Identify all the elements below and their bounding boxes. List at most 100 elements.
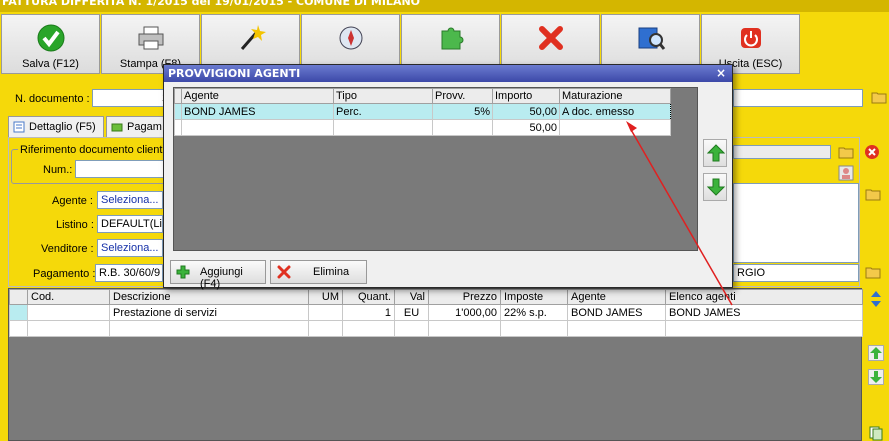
dialog-indicator-header bbox=[174, 88, 182, 104]
col-type[interactable]: Tipo bbox=[333, 88, 433, 104]
arrow-up-icon bbox=[707, 144, 725, 162]
tab-detail-label: Dettaglio (F5) bbox=[29, 121, 96, 133]
num-label: Num.: bbox=[43, 164, 73, 176]
move-up-icon[interactable] bbox=[868, 345, 884, 361]
cell-commission[interactable]: 5% bbox=[432, 103, 493, 120]
window-titlebar: FATTURA DIFFERITA N. 1/2015 del 19/01/20… bbox=[0, 0, 889, 12]
add-button[interactable]: Aggiungi (F4) bbox=[170, 260, 266, 290]
dialog-titlebar: PROVVIGIONI AGENTI × bbox=[164, 65, 732, 82]
cell-agent[interactable]: BOND JAMES bbox=[181, 103, 334, 120]
col-commission[interactable]: Provv. bbox=[432, 88, 493, 104]
delete-x-icon bbox=[277, 265, 291, 279]
window-title: FATTURA DIFFERITA N. 1/2015 del 19/01/20… bbox=[2, 0, 421, 8]
reference-label: Riferimento documento cliente bbox=[18, 144, 171, 156]
cell-maturation[interactable]: A doc. emesso bbox=[559, 103, 671, 120]
doc-number-input[interactable]: 1 bbox=[92, 89, 172, 107]
list-select[interactable]: DEFAULT(Lis bbox=[97, 215, 163, 233]
document-lines-grid[interactable]: Cod. Descrizione UM Quant. Val Prezzo Im… bbox=[8, 288, 863, 441]
tab-detail[interactable]: Dettaglio (F5) bbox=[8, 116, 104, 138]
person-icon[interactable] bbox=[838, 165, 854, 181]
col-amount[interactable]: Importo bbox=[492, 88, 560, 104]
sort-arrows-icon[interactable] bbox=[868, 290, 884, 308]
power-icon bbox=[741, 28, 761, 48]
header-right-input[interactable] bbox=[733, 89, 863, 107]
cell-amount[interactable]: 50,00 bbox=[492, 103, 560, 120]
col-agent[interactable]: Agente bbox=[567, 289, 666, 305]
col-taxes[interactable]: Imposte bbox=[500, 289, 568, 305]
cell-currency[interactable]: EU bbox=[394, 304, 429, 321]
payment-label: Pagamento : bbox=[33, 268, 96, 280]
cell-amount-total[interactable]: 50,00 bbox=[492, 119, 560, 136]
cell-agent[interactable]: BOND JAMES bbox=[567, 304, 666, 321]
notes-area[interactable] bbox=[733, 183, 859, 263]
search-book-icon bbox=[638, 27, 666, 50]
move-up-button[interactable] bbox=[703, 139, 727, 167]
tab-payment[interactable]: Pagam bbox=[106, 116, 166, 138]
plus-icon bbox=[176, 265, 190, 279]
document-icon bbox=[13, 121, 25, 133]
seller-select[interactable]: Seleziona... bbox=[97, 239, 163, 257]
agent-label: Agente : bbox=[52, 195, 93, 207]
num-input[interactable] bbox=[75, 160, 165, 178]
arrow-down-icon bbox=[707, 178, 725, 196]
cell-type[interactable] bbox=[333, 119, 433, 136]
folder-icon[interactable] bbox=[865, 264, 881, 280]
cell-commission[interactable] bbox=[432, 119, 493, 136]
table-row[interactable]: 50,00 bbox=[174, 119, 671, 136]
row-indicator[interactable] bbox=[9, 304, 28, 321]
magic-wand-icon bbox=[240, 25, 266, 50]
right-field-2[interactable]: RGIO bbox=[733, 264, 859, 282]
clear-icon[interactable] bbox=[864, 144, 880, 160]
copy-icon[interactable] bbox=[868, 425, 884, 441]
cell-cod[interactable] bbox=[27, 304, 110, 321]
table-row[interactable]: Prestazione di servizi 1 EU 1'000,00 22%… bbox=[9, 304, 863, 321]
agent-select[interactable]: Seleziona... bbox=[97, 191, 163, 209]
cell-type[interactable]: Perc. bbox=[333, 103, 433, 120]
delete-row-button[interactable]: Elimina bbox=[270, 260, 367, 284]
cell-maturation[interactable] bbox=[559, 119, 671, 136]
right-field-1[interactable] bbox=[733, 145, 831, 159]
move-down-icon[interactable] bbox=[868, 369, 884, 385]
cell-agent[interactable] bbox=[181, 119, 334, 136]
cell-price[interactable]: 1'000,00 bbox=[428, 304, 501, 321]
col-cod[interactable]: Cod. bbox=[27, 289, 110, 305]
agent-commissions-dialog: PROVVIGIONI AGENTI × Agente Tipo Provv. … bbox=[163, 64, 733, 290]
col-maturation[interactable]: Maturazione bbox=[559, 88, 671, 104]
row-indicator[interactable] bbox=[174, 103, 182, 120]
col-agent[interactable]: Agente bbox=[181, 88, 334, 104]
col-quantity[interactable]: Quant. bbox=[342, 289, 395, 305]
dialog-title: PROVVIGIONI AGENTI bbox=[168, 67, 301, 80]
payment-select[interactable]: R.B. 30/60/9 bbox=[95, 264, 163, 282]
folder-icon[interactable] bbox=[838, 144, 854, 160]
close-icon[interactable]: × bbox=[716, 66, 726, 80]
tab-payment-label: Pagam bbox=[127, 121, 162, 133]
list-label: Listino : bbox=[56, 219, 94, 231]
col-agent-list[interactable]: Elenco agenti bbox=[665, 289, 863, 305]
cell-quantity[interactable]: 1 bbox=[342, 304, 395, 321]
cell-um[interactable] bbox=[308, 304, 343, 321]
money-icon bbox=[111, 123, 123, 132]
cell-description[interactable]: Prestazione di servizi bbox=[109, 304, 309, 321]
doc-number-label: N. documento : bbox=[15, 93, 90, 105]
save-button[interactable]: Salva (F12) bbox=[1, 14, 100, 74]
commissions-grid[interactable]: Agente Tipo Provv. Importo Maturazione B… bbox=[173, 87, 698, 251]
cell-taxes[interactable]: 22% s.p. bbox=[500, 304, 568, 321]
seller-label: Venditore : bbox=[41, 243, 94, 255]
printer-icon bbox=[138, 26, 164, 50]
table-row[interactable] bbox=[9, 320, 863, 337]
folder-icon[interactable] bbox=[865, 186, 881, 202]
col-um[interactable]: UM bbox=[308, 289, 343, 305]
compass-icon bbox=[339, 26, 363, 50]
col-currency[interactable]: Val bbox=[394, 289, 429, 305]
move-down-button[interactable] bbox=[703, 173, 727, 201]
cell-agent-list[interactable]: BOND JAMES bbox=[665, 304, 863, 321]
puzzle-icon bbox=[441, 27, 464, 50]
folder-icon[interactable] bbox=[871, 89, 887, 105]
col-description[interactable]: Descrizione bbox=[109, 289, 309, 305]
dialog-header-row: Agente Tipo Provv. Importo Maturazione bbox=[174, 88, 671, 104]
table-row[interactable]: BOND JAMES Perc. 5% 50,00 A doc. emesso bbox=[174, 103, 671, 120]
grid-indicator-header bbox=[9, 289, 28, 305]
col-price[interactable]: Prezzo bbox=[428, 289, 501, 305]
add-button-label: Aggiungi (F4) bbox=[200, 266, 243, 290]
delete-button-label: Elimina bbox=[313, 266, 350, 278]
